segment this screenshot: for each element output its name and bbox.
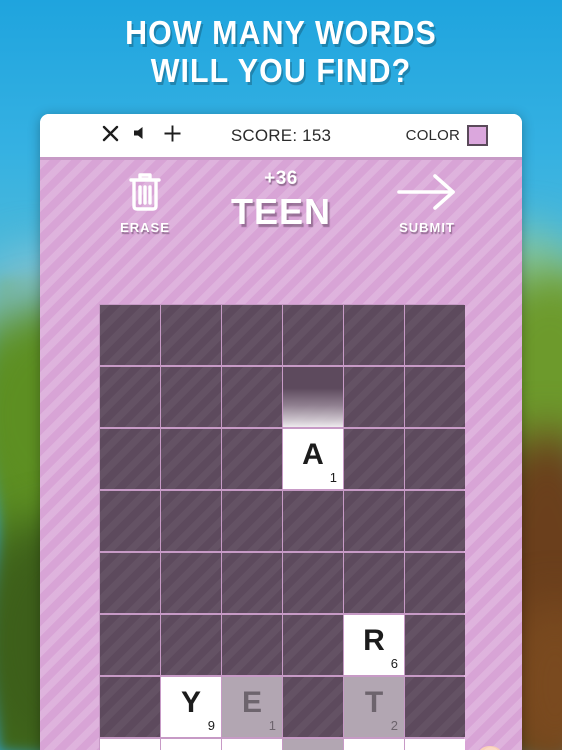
empty-cell[interactable] xyxy=(283,367,343,427)
tile-letter: T xyxy=(364,686,384,719)
tile-value: 9 xyxy=(207,718,215,733)
letter-tile[interactable]: N5 xyxy=(283,739,343,750)
empty-cell[interactable] xyxy=(161,553,221,613)
empty-cell[interactable] xyxy=(283,615,343,675)
letter-grid[interactable]: A1R6Y9E1T2U8I4N5N5NI4T2O3E1 xyxy=(99,304,465,750)
empty-cell[interactable] xyxy=(344,553,404,613)
tile-letter: A xyxy=(302,438,324,471)
empty-cell[interactable] xyxy=(222,305,282,365)
empty-cell[interactable] xyxy=(344,367,404,427)
submit-button[interactable]: SUBMIT xyxy=(377,170,477,235)
empty-cell[interactable] xyxy=(283,491,343,551)
empty-cell[interactable] xyxy=(222,429,282,489)
tile-letter: R xyxy=(363,624,385,657)
tile-value: 1 xyxy=(268,718,276,733)
tile-letter: E xyxy=(241,686,262,719)
empty-cell[interactable] xyxy=(100,429,160,489)
empty-cell[interactable] xyxy=(222,615,282,675)
empty-cell[interactable] xyxy=(222,491,282,551)
empty-cell[interactable] xyxy=(283,553,343,613)
empty-cell[interactable] xyxy=(283,305,343,365)
color-selector[interactable]: COLOR xyxy=(406,125,488,146)
empty-cell[interactable] xyxy=(405,429,465,489)
empty-cell[interactable] xyxy=(405,615,465,675)
letter-tile[interactable]: R6 xyxy=(344,615,404,675)
empty-cell[interactable] xyxy=(161,615,221,675)
empty-cell[interactable] xyxy=(161,367,221,427)
action-bar: ERASE +36 TEEN SUBMIT xyxy=(40,160,522,252)
letter-tile[interactable]: N xyxy=(344,739,404,750)
empty-cell[interactable] xyxy=(100,491,160,551)
empty-cell[interactable] xyxy=(405,367,465,427)
letter-tile[interactable]: Y9 xyxy=(161,677,221,737)
letter-tile[interactable] xyxy=(405,739,465,750)
letter-tile[interactable]: A1 xyxy=(283,429,343,489)
headline-line-2: WILL YOU FIND? xyxy=(150,51,412,89)
headline-line-1: HOW MANY WORDS xyxy=(125,14,437,51)
letter-tile[interactable]: E1 xyxy=(222,677,282,737)
empty-cell[interactable] xyxy=(100,305,160,365)
game-playfield: ERASE +36 TEEN SUBMIT A1R6Y9 E 1 T 2 xyxy=(40,160,522,750)
falling-tile-trail xyxy=(283,367,343,427)
letter-tile[interactable]: I4 xyxy=(161,739,221,750)
color-swatch[interactable] xyxy=(467,125,488,146)
empty-cell[interactable] xyxy=(100,615,160,675)
empty-cell[interactable] xyxy=(100,367,160,427)
tile-letter: Y xyxy=(180,686,201,719)
empty-cell[interactable] xyxy=(344,305,404,365)
empty-cell[interactable] xyxy=(222,367,282,427)
empty-cell[interactable] xyxy=(100,553,160,613)
tile-value: 6 xyxy=(390,656,398,671)
game-screenshot-panel: SCORE: 153 COLOR ERASE +36 TEEN SUBMIT A… xyxy=(40,114,522,750)
promo-headline: HOW MANY WORDS WILL YOU FIND? xyxy=(0,14,562,89)
empty-cell[interactable] xyxy=(405,677,465,737)
empty-cell[interactable] xyxy=(405,553,465,613)
empty-cell[interactable] xyxy=(161,491,221,551)
letter-tile[interactable]: N5 xyxy=(222,739,282,750)
empty-cell[interactable] xyxy=(405,491,465,551)
empty-cell[interactable] xyxy=(405,305,465,365)
empty-cell[interactable] xyxy=(100,677,160,737)
game-top-bar: SCORE: 153 COLOR xyxy=(40,114,522,160)
empty-cell[interactable] xyxy=(283,677,343,737)
letter-tile[interactable]: U8 xyxy=(100,739,160,750)
letter-tile[interactable]: T2 xyxy=(344,677,404,737)
color-label: COLOR xyxy=(405,127,460,144)
empty-cell[interactable] xyxy=(161,305,221,365)
tile-value: 1 xyxy=(329,470,337,485)
empty-cell[interactable] xyxy=(222,553,282,613)
empty-cell[interactable] xyxy=(344,429,404,489)
submit-label: SUBMIT xyxy=(399,220,455,235)
arrow-right-icon xyxy=(377,170,477,216)
tile-value: 2 xyxy=(390,718,398,733)
empty-cell[interactable] xyxy=(344,491,404,551)
empty-cell[interactable] xyxy=(161,429,221,489)
